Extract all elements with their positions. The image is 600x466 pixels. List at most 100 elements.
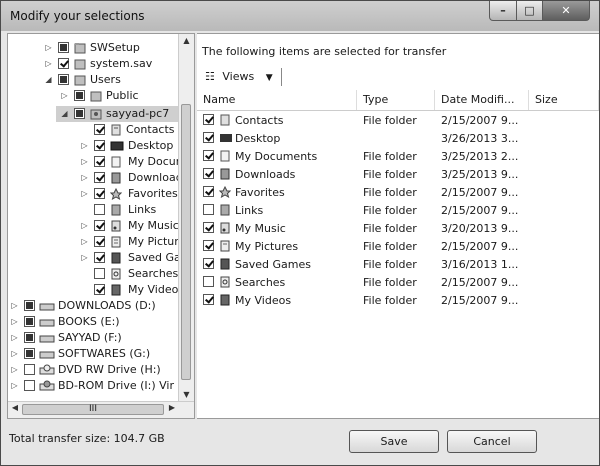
expand-arrow-icon[interactable]: ▷	[10, 378, 19, 394]
row-checkbox[interactable]	[203, 258, 214, 269]
row-checkbox[interactable]	[203, 114, 214, 125]
tree-horizontal-scrollbar[interactable]: ◀ III ▶	[8, 401, 194, 418]
tree-item-public[interactable]: ▷ Public	[8, 88, 178, 104]
tree-item-users[interactable]: ◢ Users	[8, 72, 178, 88]
table-row[interactable]: Searches File folder 2/15/2007 9...	[197, 274, 599, 292]
tree-vertical-scrollbar[interactable]: ▲ ▼	[178, 34, 194, 402]
tree-checkbox[interactable]	[24, 316, 35, 327]
column-type[interactable]: Type	[357, 90, 435, 110]
table-row[interactable]: My Music File folder 3/20/2013 9...	[197, 220, 599, 238]
scroll-thumb-horizontal[interactable]: III	[22, 404, 164, 415]
tree-item-system-sav[interactable]: ▷ system.sav	[8, 56, 178, 72]
row-checkbox[interactable]	[203, 240, 214, 251]
tree-item-books-drive[interactable]: ▷ BOOKS (E:)	[8, 314, 178, 330]
cancel-button[interactable]: Cancel	[447, 430, 537, 453]
tree-item-sayyad-pc7[interactable]: ◢ sayyad-pc7	[56, 106, 178, 122]
table-row[interactable]: Downloads File folder 3/25/2013 9...	[197, 166, 599, 184]
tree-item-contacts[interactable]: Contacts	[8, 122, 178, 138]
collapse-arrow-icon[interactable]: ◢	[44, 72, 53, 88]
tree-checkbox[interactable]	[24, 332, 35, 343]
maximize-button[interactable]: □	[516, 1, 543, 21]
collapse-arrow-icon[interactable]: ◢	[60, 106, 69, 122]
close-button[interactable]: ✕	[542, 1, 590, 21]
table-row[interactable]: Links File folder 2/15/2007 9...	[197, 202, 599, 220]
tree-item-sayyad-drive[interactable]: ▷ SAYYAD (F:)	[8, 330, 178, 346]
tree-item-downloads-drive[interactable]: ▷ DOWNLOADS (D:)	[8, 298, 178, 314]
table-row[interactable]: My Pictures File folder 2/15/2007 9...	[197, 238, 599, 256]
column-size[interactable]: Size	[529, 90, 599, 110]
tree-item-swsetup[interactable]: ▷ SWSetup	[8, 40, 178, 56]
tree-item-links[interactable]: Links	[8, 202, 178, 218]
column-date-modified[interactable]: Date Modifi...	[435, 90, 529, 110]
tree-item-my-documents[interactable]: ▷ My Documents	[8, 154, 194, 170]
expand-arrow-icon[interactable]: ▷	[10, 330, 19, 346]
tree-checkbox[interactable]	[94, 140, 105, 151]
table-row[interactable]: Desktop 3/26/2013 3...	[197, 130, 599, 148]
tree-checkbox[interactable]	[94, 204, 105, 215]
views-dropdown[interactable]: ☷ Views ▼	[205, 68, 282, 86]
tree-checkbox[interactable]	[58, 58, 69, 69]
tree-item-dvd-drive[interactable]: ▷ DVD RW Drive (H:)	[8, 362, 178, 378]
table-row[interactable]: My Documents File folder 3/25/2013 2...	[197, 148, 599, 166]
tree-item-desktop[interactable]: ▷ Desktop	[8, 138, 178, 154]
tree-checkbox[interactable]	[94, 252, 105, 263]
row-checkbox[interactable]	[203, 204, 214, 215]
expand-arrow-icon[interactable]: ▷	[80, 250, 89, 266]
expand-arrow-icon[interactable]: ▷	[44, 40, 53, 56]
tree-item-my-music[interactable]: ▷ My Music	[8, 218, 178, 234]
expand-arrow-icon[interactable]: ▷	[44, 56, 53, 72]
tree-checkbox[interactable]	[94, 284, 105, 295]
row-checkbox[interactable]	[203, 168, 214, 179]
scroll-down-icon[interactable]: ▼	[179, 388, 194, 402]
row-checkbox[interactable]	[203, 150, 214, 161]
tree-item-my-videos[interactable]: My Videos	[8, 282, 184, 298]
tree-item-downloads[interactable]: ▷ Downloads	[8, 170, 188, 186]
row-checkbox[interactable]	[203, 222, 214, 233]
tree-item-my-pictures[interactable]: ▷ My Pictures	[8, 234, 191, 250]
table-row[interactable]: Favorites File folder 2/15/2007 9...	[197, 184, 599, 202]
row-checkbox[interactable]	[203, 276, 214, 287]
scroll-thumb[interactable]	[181, 104, 191, 380]
scroll-left-icon[interactable]: ◀	[9, 403, 21, 412]
expand-arrow-icon[interactable]: ▷	[80, 234, 89, 250]
save-button[interactable]: Save	[349, 430, 439, 453]
scroll-right-icon[interactable]: ▶	[166, 403, 178, 412]
tree-checkbox[interactable]	[94, 124, 105, 135]
tree-item-bdrom-drive[interactable]: ▷ BD-ROM Drive (I:) Vir	[8, 378, 178, 394]
tree-checkbox[interactable]	[94, 156, 105, 167]
tree-item-saved-games[interactable]: ▷ Saved Games	[8, 250, 194, 266]
table-row[interactable]: My Videos File folder 2/15/2007 9...	[197, 292, 599, 310]
table-row[interactable]: Saved Games File folder 3/16/2013 1...	[197, 256, 599, 274]
row-checkbox[interactable]	[203, 132, 214, 143]
tree-checkbox[interactable]	[94, 236, 105, 247]
tree-checkbox[interactable]	[74, 108, 85, 119]
table-row[interactable]: Contacts File folder 2/15/2007 9...	[197, 112, 599, 130]
minimize-button[interactable]: –	[489, 1, 517, 21]
expand-arrow-icon[interactable]: ▷	[10, 346, 19, 362]
expand-arrow-icon[interactable]: ▷	[80, 170, 89, 186]
tree-checkbox[interactable]	[94, 188, 105, 199]
tree-checkbox[interactable]	[74, 90, 85, 101]
tree-checkbox[interactable]	[94, 268, 105, 279]
row-checkbox[interactable]	[203, 186, 214, 197]
tree-item-searches[interactable]: Searches	[8, 266, 178, 282]
tree-item-favorites[interactable]: ▷ Favorites	[8, 186, 178, 202]
tree-checkbox[interactable]	[58, 74, 69, 85]
tree-checkbox[interactable]	[94, 172, 105, 183]
expand-arrow-icon[interactable]: ▷	[80, 218, 89, 234]
expand-arrow-icon[interactable]: ▷	[80, 186, 89, 202]
tree-checkbox[interactable]	[24, 380, 35, 391]
tree-checkbox[interactable]	[24, 348, 35, 359]
expand-arrow-icon[interactable]: ▷	[10, 362, 19, 378]
tree-checkbox[interactable]	[94, 220, 105, 231]
expand-arrow-icon[interactable]: ▷	[80, 138, 89, 154]
expand-arrow-icon[interactable]: ▷	[10, 314, 19, 330]
scroll-up-icon[interactable]: ▲	[179, 34, 194, 48]
expand-arrow-icon[interactable]: ▷	[10, 298, 19, 314]
tree-checkbox[interactable]	[24, 300, 35, 311]
tree-checkbox[interactable]	[58, 42, 69, 53]
row-checkbox[interactable]	[203, 294, 214, 305]
expand-arrow-icon[interactable]: ▷	[60, 88, 69, 104]
expand-arrow-icon[interactable]: ▷	[80, 154, 89, 170]
tree-checkbox[interactable]	[24, 364, 35, 375]
